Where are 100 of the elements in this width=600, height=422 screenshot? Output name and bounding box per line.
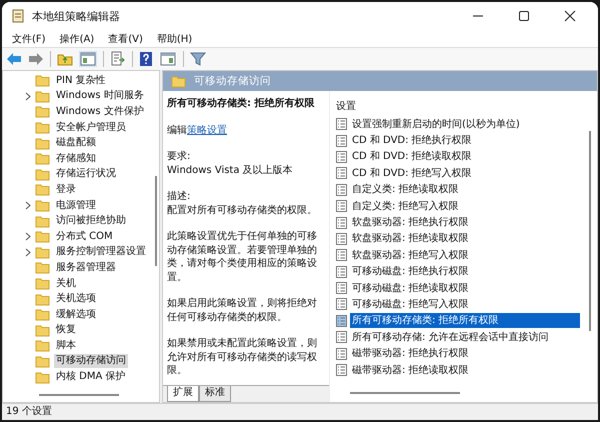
setting-icon — [336, 331, 347, 344]
scrollbar-thumb[interactable] — [350, 392, 460, 394]
edit-text: 编辑策略设置 — [167, 124, 228, 137]
chevron-icon[interactable] — [25, 92, 31, 101]
tree-item[interactable]: 恢复 — [54, 323, 78, 338]
back-arrow-icon[interactable] — [6, 52, 22, 66]
filter-icon[interactable] — [190, 51, 206, 67]
tree-pane-icon[interactable] — [79, 51, 97, 67]
menu-item[interactable]: 查看(V) — [102, 32, 151, 46]
setting-item[interactable]: CD 和 DVD: 拒绝执行权限 — [350, 133, 474, 148]
setting-item[interactable]: 软盘驱动器: 拒绝读取权限 — [350, 231, 471, 246]
menu-item[interactable]: 帮助(H) — [150, 32, 200, 46]
tree-item[interactable]: Windows 文件保护 — [54, 104, 146, 119]
tree-item[interactable]: 脚本 — [54, 338, 78, 353]
window-title: 本地组策略编辑器 — [32, 8, 120, 24]
tree-item[interactable]: 存储感知 — [54, 152, 98, 166]
setting-icon — [336, 118, 347, 130]
scrollbar-thumb[interactable] — [39, 394, 119, 396]
tree-item[interactable]: 电源管理 — [54, 198, 98, 213]
chevron-icon[interactable] — [25, 248, 31, 257]
requirements-text: Windows Vista 及以上版本 — [167, 164, 294, 177]
forward-arrow-icon[interactable] — [28, 52, 44, 66]
tree-item[interactable]: PIN 复杂性 — [54, 74, 108, 88]
tree-item[interactable]: 服务控制管理器设置 — [54, 245, 148, 260]
setting-item[interactable]: CD 和 DVD: 拒绝写入权限 — [350, 166, 474, 181]
tree-item[interactable]: 分布式 COM — [54, 230, 115, 244]
setting-icon — [336, 348, 347, 360]
setting-item[interactable]: 可移动磁盘: 拒绝执行权限 — [350, 264, 471, 280]
scrollbar-thumb[interactable] — [589, 131, 591, 331]
policy-settings-link[interactable]: 策略设置 — [187, 124, 227, 136]
setting-item[interactable]: 磁带驱动器: 拒绝读取权限 — [350, 362, 471, 378]
setting-icon — [336, 282, 347, 294]
folder-icon — [35, 277, 50, 290]
tree-item[interactable]: 访问被拒绝协助 — [54, 214, 128, 228]
setting-icon — [336, 266, 347, 278]
folder-icon — [35, 136, 50, 150]
close-icon[interactable] — [564, 10, 576, 22]
folder-icon — [35, 339, 50, 352]
setting-item[interactable]: 自定义类: 拒绝读取权限 — [350, 182, 461, 198]
setting-item[interactable]: 自定义类: 拒绝写入权限 — [350, 198, 461, 214]
tree-item[interactable]: 内核 DMA 保护 — [54, 370, 128, 384]
folder-icon — [35, 246, 50, 259]
description-label: 描述: — [167, 190, 192, 204]
tree-item[interactable]: 缓解选项 — [54, 308, 98, 322]
setting-icon — [336, 298, 347, 310]
setting-item[interactable]: 磁带驱动器: 拒绝执行权限 — [350, 346, 471, 362]
description-text: 如果禁用或未配置此策略设置，则允许对所有可移动存储类的读写权限。 — [167, 337, 318, 378]
setting-icon — [336, 216, 347, 229]
folder-icon — [35, 105, 50, 118]
tree-item[interactable]: 关机 — [54, 276, 78, 291]
folder-up-icon[interactable] — [57, 52, 73, 66]
folder-icon — [35, 199, 50, 212]
pane-title: 可移动存储访问 — [194, 74, 271, 88]
folder-icon — [35, 230, 50, 244]
scroll-icon — [10, 8, 26, 24]
folder-icon — [35, 292, 50, 306]
tree-item[interactable]: Windows 时间服务 — [54, 89, 146, 104]
maximize-icon[interactable] — [518, 10, 530, 22]
setting-item[interactable]: 软盘驱动器: 拒绝执行权限 — [350, 215, 471, 230]
chevron-icon[interactable] — [25, 232, 31, 242]
view-tab[interactable]: 标准 — [199, 386, 231, 402]
export-list-icon[interactable] — [110, 51, 126, 67]
folder-icon — [35, 168, 50, 181]
scrollbar-thumb[interactable] — [155, 176, 157, 266]
setting-icon — [336, 200, 347, 212]
column-header[interactable]: 设置 — [336, 99, 597, 115]
tree-item[interactable]: 磁盘配额 — [54, 136, 98, 150]
policy-title: 所有可移动存储类: 拒绝所有权限 — [167, 97, 316, 110]
folder-icon — [35, 152, 50, 166]
folder-icon — [35, 121, 50, 134]
setting-item[interactable]: 软盘驱动器: 拒绝写入权限 — [350, 248, 471, 263]
action-pane-icon[interactable] — [159, 51, 177, 67]
setting-icon — [336, 364, 347, 376]
setting-icon — [336, 134, 347, 147]
tree-item[interactable]: 登录 — [54, 182, 78, 197]
setting-item[interactable]: 设置强制重新启动的时间(以秒为单位) — [350, 116, 522, 132]
folder-icon — [35, 354, 50, 368]
tree-item[interactable]: 存储运行状况 — [54, 167, 118, 182]
tree-item[interactable]: 服务器管理器 — [54, 260, 118, 275]
setting-item[interactable]: 可移动磁盘: 拒绝写入权限 — [350, 296, 471, 312]
folder-icon — [35, 261, 50, 274]
view-tab[interactable]: 扩展 — [167, 386, 199, 402]
description-text: 配置对所有可移动存储类的权限。 — [167, 204, 318, 217]
requirements-label: 要求: — [167, 150, 192, 164]
menu-item[interactable]: 文件(F) — [6, 32, 54, 46]
tree-item[interactable]: 可移动存储访问 — [54, 354, 128, 368]
folder-icon — [35, 90, 50, 103]
setting-item[interactable]: CD 和 DVD: 拒绝读取权限 — [350, 149, 474, 164]
setting-icon — [336, 232, 347, 245]
setting-item[interactable]: 所有可移动存储: 允许在远程会话中直接访问 — [350, 330, 551, 345]
setting-item[interactable]: 所有可移动存储类: 拒绝所有权限 — [350, 313, 580, 328]
tree-item[interactable]: 关机选项 — [54, 292, 98, 306]
menu-item[interactable]: 操作(A) — [54, 32, 102, 46]
folder-icon — [35, 370, 50, 384]
chevron-icon[interactable] — [25, 201, 31, 210]
setting-icon — [336, 314, 347, 327]
setting-item[interactable]: 可移动磁盘: 拒绝读取权限 — [350, 280, 471, 296]
help-icon[interactable] — [139, 51, 153, 67]
setting-icon — [336, 184, 347, 196]
tree-item[interactable]: 安全帐户管理员 — [54, 120, 128, 135]
